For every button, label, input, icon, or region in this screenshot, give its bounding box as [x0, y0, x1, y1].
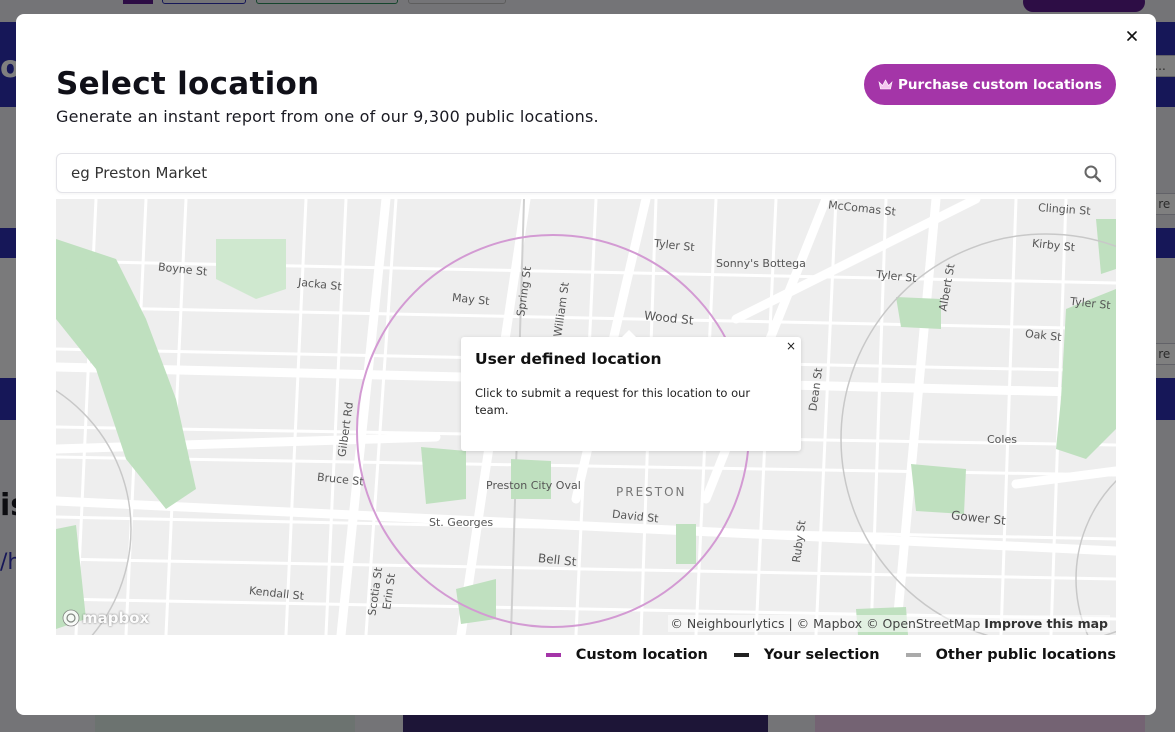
select-location-modal: Select location Generate an instant repo… — [16, 14, 1156, 715]
map-label: St. Georges — [429, 516, 494, 529]
popup-close-button[interactable]: × — [786, 339, 796, 353]
legend-label: Your selection — [763, 647, 880, 663]
legend-label: Other public locations — [935, 647, 1116, 663]
location-search — [56, 153, 1116, 193]
map-label: Coles — [987, 433, 1017, 446]
legend-swatch — [545, 653, 561, 657]
map-attribution: © Neighbourlytics | © Mapbox © OpenStree… — [668, 615, 1110, 632]
location-map[interactable]: McComas St Clingin St Tyler St Sonny's B… — [56, 199, 1116, 635]
popup-body: Click to submit a request for this locat… — [475, 386, 751, 417]
legend-item-public: Other public locations — [905, 647, 1116, 663]
legend-swatch — [905, 653, 921, 657]
mapbox-logo-text: mapbox — [82, 609, 150, 627]
mapbox-logo[interactable]: mapbox — [62, 609, 149, 627]
improve-map-link[interactable]: Improve this map — [984, 616, 1108, 631]
close-icon[interactable] — [1124, 28, 1140, 44]
location-search-input[interactable] — [71, 154, 1061, 192]
map-popup[interactable]: × User defined location Click to submit … — [461, 330, 801, 451]
modal-subtitle: Generate an instant report from one of o… — [56, 107, 599, 126]
modal-title: Select location — [56, 66, 320, 102]
map-label: Preston City Oval — [486, 479, 581, 492]
legend-item-selection: Your selection — [733, 647, 880, 663]
legend-swatch — [733, 653, 749, 657]
map-legend: Custom location Your selection Other pub… — [520, 647, 1116, 663]
crown-icon — [878, 78, 893, 89]
popup-tip — [621, 330, 637, 338]
popup-title: User defined location — [475, 350, 662, 368]
attribution-text[interactable]: © Neighbourlytics | © Mapbox © OpenStree… — [670, 616, 980, 631]
map-label: Sonny's Bottega — [716, 257, 806, 270]
map-label-suburb: PRESTON — [616, 485, 687, 499]
search-icon[interactable] — [1083, 164, 1103, 184]
purchase-custom-locations-button[interactable]: Purchase custom locations — [864, 64, 1116, 105]
legend-label: Custom location — [575, 647, 708, 663]
purchase-button-label: Purchase custom locations — [898, 76, 1102, 93]
legend-item-custom: Custom location — [545, 647, 708, 663]
mapbox-icon — [62, 609, 80, 627]
